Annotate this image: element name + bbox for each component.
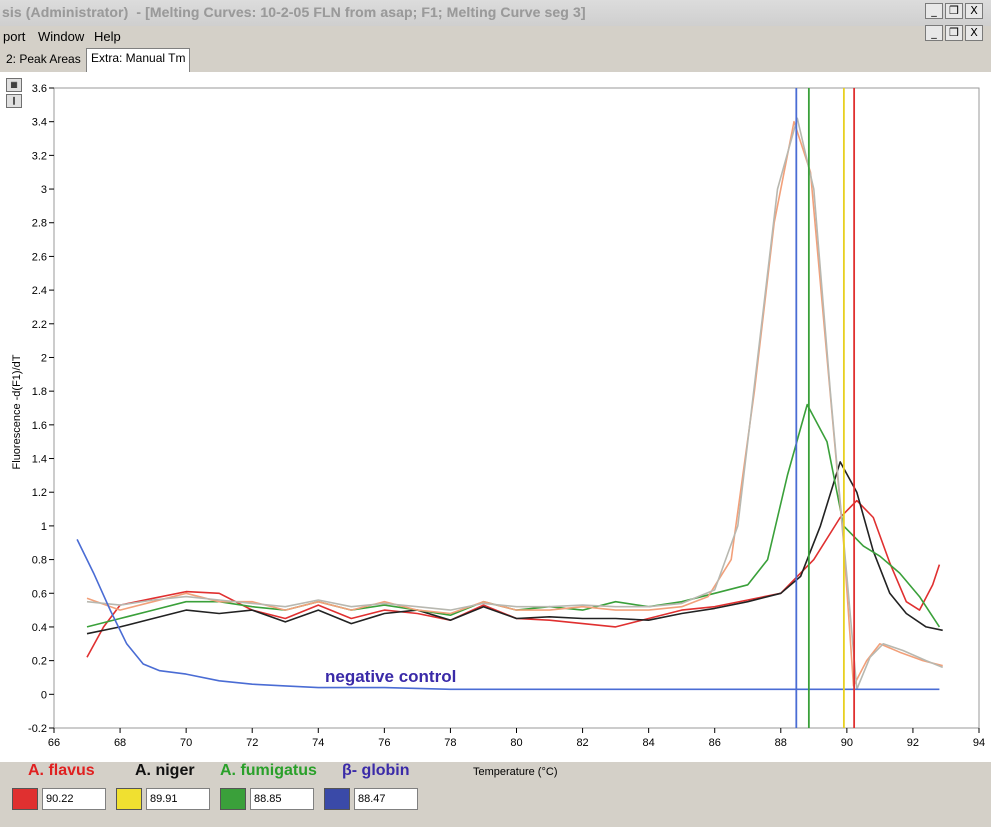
y-tick-label: 1 [41, 521, 47, 533]
window-controls: _ ❒ X [925, 3, 983, 19]
y-tick-label: 2 [41, 352, 47, 364]
y-tick-label: 3 [41, 184, 47, 196]
melting-curve-chart: -0.2 0 0.2 0.4 0.6 0.8 1 1.2 1.4 1.6 1.8 2 2.2 2.4 2.6… [0, 72, 991, 762]
globin-tm-field[interactable]: 88.47 [354, 788, 418, 810]
doc-restore-button[interactable]: ❒ [945, 25, 963, 41]
x-tick-label: 82 [576, 737, 588, 749]
x-tick-label: 94 [973, 737, 985, 749]
chart-panel: -0.2 0 0.2 0.4 0.6 0.8 1 1.2 1.4 1.6 1.8 2 2.2 2.4 2.6… [0, 72, 991, 762]
y-tick-label: 3.2 [32, 150, 47, 162]
globin-color-swatch[interactable] [324, 788, 350, 810]
y-tick-label: 0.4 [32, 622, 47, 634]
x-tick-label: 72 [246, 737, 258, 749]
doc-close-button[interactable]: X [965, 25, 983, 41]
legend-bar: A. flavus A. niger A. fumigatus β- globi… [0, 762, 991, 827]
menu-help[interactable]: Help [94, 29, 121, 44]
x-tick-label: 66 [48, 737, 60, 749]
menu-window[interactable]: Window [38, 29, 84, 44]
menu-report[interactable]: port [3, 29, 25, 44]
x-tick-label: 80 [510, 737, 522, 749]
tab-manual-tm[interactable]: Extra: Manual Tm [86, 48, 191, 72]
y-tick-label: 3.4 [32, 117, 47, 129]
minimize-button[interactable]: _ [925, 3, 943, 19]
fumigatus-tm-field[interactable]: 88.85 [250, 788, 314, 810]
y-tick-label: 0.2 [32, 656, 47, 668]
fumigatus-color-swatch[interactable] [220, 788, 246, 810]
menu-bar: port Window Help _ ❒ X [0, 25, 991, 48]
tab-peak-areas[interactable]: 2: Peak Areas [2, 50, 85, 70]
tab-strip: 2: Peak Areas Extra: Manual Tm [0, 48, 991, 72]
x-axis-label: Temperature (°C) [473, 766, 558, 778]
x-tick-label: 68 [114, 737, 126, 749]
y-tick-label: 0.6 [32, 588, 47, 600]
window-title: sis (Administrator) - [Melting Curves: 1… [2, 4, 586, 20]
x-tick-label: 76 [378, 737, 390, 749]
y-tick-label: -0.2 [28, 723, 47, 735]
y-tick-label: 2.4 [32, 285, 47, 297]
chart-tools: ▦ ∥ [6, 78, 22, 110]
y-tick-label: 1.2 [32, 487, 47, 499]
x-tick-label: 84 [643, 737, 655, 749]
title-document: - [Melting Curves: 10-2-05 FLN from asap… [136, 4, 586, 20]
document-window-controls: _ ❒ X [925, 25, 983, 41]
x-tick-label: 74 [312, 737, 324, 749]
bars-icon[interactable]: ∥ [6, 94, 22, 108]
niger-tm-field[interactable]: 89.91 [146, 788, 210, 810]
legend-fumigatus-label: A. fumigatus [220, 762, 317, 779]
x-tick-label: 70 [180, 737, 192, 749]
doc-minimize-button[interactable]: _ [925, 25, 943, 41]
y-tick-label: 1.4 [32, 454, 47, 466]
y-axis-label: Fluorescence -d(F1)/dT [11, 354, 23, 469]
chart-icon[interactable]: ▦ [6, 78, 22, 92]
legend-globin-label: β- globin [342, 762, 410, 779]
y-tick-label: 0.8 [32, 555, 47, 567]
y-tick-label: 2.2 [32, 319, 47, 331]
legend-flavus-label: A. flavus [28, 762, 95, 779]
close-button[interactable]: X [965, 3, 983, 19]
y-tick-label: 3.6 [32, 83, 47, 95]
plot-area [53, 87, 980, 729]
x-tick-label: 92 [907, 737, 919, 749]
y-tick-label: 1.8 [32, 386, 47, 398]
y-tick-label: 0 [41, 689, 47, 701]
niger-color-swatch[interactable] [116, 788, 142, 810]
x-tick-label: 78 [444, 737, 456, 749]
negative-control-annotation: negative control [325, 667, 456, 686]
title-bar: sis (Administrator) - [Melting Curves: 1… [0, 0, 991, 27]
restore-button[interactable]: ❒ [945, 3, 963, 19]
title-app: sis (Administrator) [2, 4, 129, 20]
x-tick-label: 90 [841, 737, 853, 749]
x-tick-label: 86 [709, 737, 721, 749]
y-tick-label: 1.6 [32, 420, 47, 432]
legend-niger-label: A. niger [135, 762, 195, 779]
y-tick-label: 2.8 [32, 218, 47, 230]
flavus-color-swatch[interactable] [12, 788, 38, 810]
y-tick-label: 2.6 [32, 251, 47, 263]
flavus-tm-field[interactable]: 90.22 [42, 788, 106, 810]
x-tick-label: 88 [775, 737, 787, 749]
